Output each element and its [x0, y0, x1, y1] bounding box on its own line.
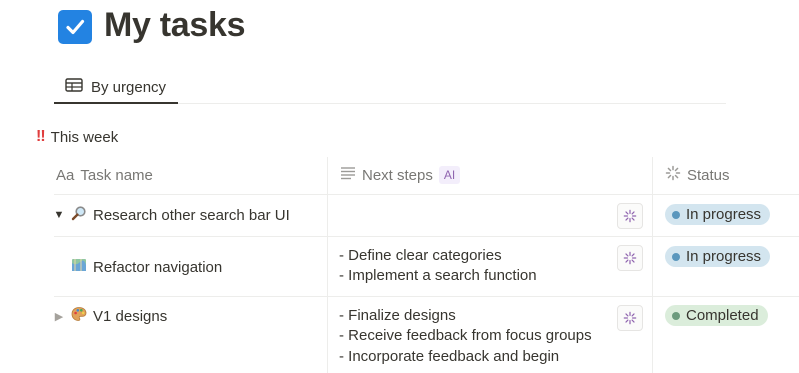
- caret-right-icon[interactable]: ▶: [53, 310, 65, 323]
- ai-autofill-button[interactable]: [617, 245, 643, 271]
- column-divider: [327, 157, 328, 194]
- magnifier-icon: [71, 205, 87, 225]
- status-badge[interactable]: In progress: [665, 246, 771, 267]
- column-divider: [652, 194, 653, 373]
- status-spinner-icon: [665, 165, 681, 185]
- status-badge[interactable]: Completed: [665, 305, 768, 326]
- next-step: - Define clear categories: [339, 247, 502, 264]
- tab-by-urgency[interactable]: By urgency: [56, 72, 178, 102]
- active-tab-indicator: [54, 102, 178, 104]
- ai-autofill-button[interactable]: [617, 203, 643, 229]
- table-row[interactable]: Refactor navigation: [71, 257, 222, 277]
- column-title: Task name: [80, 166, 153, 184]
- status-label: In progress: [686, 248, 762, 265]
- table-icon: [65, 77, 83, 97]
- sparkle-icon: [623, 311, 637, 325]
- next-step: - Incorporate feedback and begin: [339, 348, 560, 365]
- checkbox-icon: [58, 10, 92, 44]
- column-header-next-steps[interactable]: Next steps AI: [340, 162, 461, 188]
- column-header-task[interactable]: Aa Task name: [56, 162, 153, 188]
- task-name[interactable]: Research other search bar UI: [93, 207, 290, 224]
- group-heading[interactable]: ‼ This week: [36, 128, 118, 146]
- status-dot: [672, 210, 680, 219]
- status-dot: [672, 252, 680, 261]
- text-lines-icon: [340, 166, 356, 184]
- table-row[interactable]: ▶ V1 designs: [53, 306, 167, 326]
- column-title: Next steps: [362, 166, 433, 184]
- column-title: Status: [687, 166, 730, 184]
- text-property-icon: Aa: [56, 166, 75, 184]
- next-step: - Implement a search function: [339, 267, 537, 284]
- caret-down-icon[interactable]: ▼: [53, 209, 65, 221]
- table-row[interactable]: ▼ Research other search bar UI: [53, 205, 290, 225]
- status-label: In progress: [686, 206, 762, 223]
- column-header-status[interactable]: Status: [665, 162, 730, 188]
- sparkle-icon: [623, 209, 637, 223]
- tab-label: By urgency: [91, 78, 167, 96]
- column-divider: [652, 157, 653, 194]
- task-name[interactable]: Refactor navigation: [93, 259, 222, 276]
- map-icon: [71, 257, 87, 277]
- status-badge[interactable]: In progress: [665, 204, 771, 225]
- sparkle-icon: [623, 251, 637, 265]
- ai-autofill-button[interactable]: [617, 305, 643, 331]
- palette-icon: [71, 306, 87, 326]
- double-exclamation-icon: ‼: [36, 128, 46, 145]
- task-name[interactable]: V1 designs: [93, 308, 167, 325]
- page-title: My tasks: [104, 6, 246, 44]
- next-step: - Finalize designs: [339, 307, 456, 324]
- column-divider: [327, 194, 328, 373]
- status-label: Completed: [686, 307, 759, 324]
- row-divider: [54, 194, 799, 195]
- group-label: This week: [50, 128, 119, 146]
- next-step: - Receive feedback from focus groups: [339, 327, 592, 344]
- ai-badge: AI: [438, 166, 461, 184]
- status-dot: [672, 311, 680, 320]
- row-divider: [54, 296, 799, 297]
- row-divider: [54, 236, 799, 237]
